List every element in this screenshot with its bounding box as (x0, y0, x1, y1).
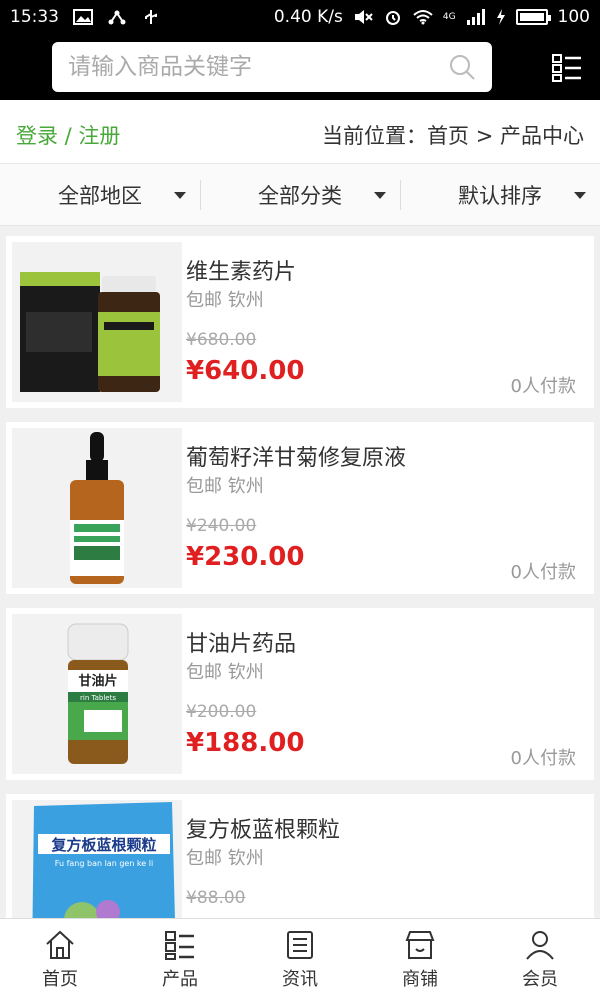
banlangen-granules-pack-image: 复方板蓝根颗粒 Fu fang ban lan gen ke li (12, 800, 182, 918)
product-shipping: 包邮 钦州 (186, 290, 264, 311)
image-label-text: 甘油片 (78, 673, 117, 689)
product-shipping: 包邮 钦州 (186, 848, 264, 869)
caret-down-icon (574, 192, 586, 199)
network-type: 4G (442, 12, 456, 22)
mute-icon (354, 10, 373, 24)
network-speed: 0.40 K/s (273, 7, 343, 27)
caret-down-icon (374, 192, 386, 199)
product-shipping: 包邮 钦州 (186, 662, 264, 683)
product-paid-count: 0人付款 (510, 748, 576, 769)
product-image[interactable] (12, 242, 182, 402)
product-card[interactable]: 甘油片 rin Tablets 甘油片药品 包邮 钦州 ¥200.00 ¥188… (6, 608, 594, 780)
login-register-link[interactable]: 登录 / 注册 (16, 120, 120, 150)
dropper-bottle-image (12, 428, 182, 588)
breadcrumb: 当前位置：首页 > 产品中心 (322, 124, 584, 148)
image-notification-icon (73, 9, 93, 25)
product-image[interactable] (12, 428, 182, 588)
product-card[interactable]: 维生素药片 包邮 钦州 ¥680.00 ¥640.00 0人付款 (6, 236, 594, 408)
charging-icon (496, 9, 505, 25)
filter-region-dropdown[interactable]: 全部地区 (0, 164, 200, 225)
caret-down-icon (174, 192, 186, 199)
product-original-price: ¥200.00 (186, 702, 257, 722)
usb-icon (145, 10, 157, 24)
nav-item-home[interactable]: 首页 (0, 919, 120, 1000)
filter-label: 全部分类 (258, 183, 342, 208)
product-list: 维生素药片 包邮 钦州 ¥680.00 ¥640.00 0人付款 葡萄籽洋甘菊修… (0, 226, 600, 918)
breadcrumb-bar: 登录 / 注册 当前位置：首页 > 产品中心 (0, 100, 600, 164)
product-name[interactable]: 葡萄籽洋甘菊修复原液 (186, 440, 406, 472)
alarm-icon (385, 11, 400, 25)
product-paid-count: 0人付款 (510, 376, 576, 397)
product-image[interactable]: 甘油片 rin Tablets (12, 614, 182, 774)
product-price: ¥188.00 (186, 728, 305, 758)
product-price: ¥230.00 (186, 542, 305, 572)
bottom-nav: 首页 产品 资讯 商铺 会员 (0, 918, 600, 1000)
filter-category-dropdown[interactable]: 全部分类 (200, 164, 400, 225)
search-box[interactable] (52, 42, 492, 92)
search-icon[interactable] (448, 53, 476, 81)
signal-icon (466, 9, 485, 25)
nav-item-member[interactable]: 会员 (480, 919, 600, 1000)
status-bar: 15:33 0.40 K/s 4G 100 (0, 0, 600, 34)
product-price: ¥640.00 (186, 356, 305, 386)
battery-level: 100 (557, 7, 590, 27)
wifi-icon (413, 10, 433, 25)
battery-icon (515, 9, 551, 25)
nav-item-products[interactable]: 产品 (120, 919, 240, 1000)
nav-label: 首页 (42, 969, 78, 990)
image-label-subtext: rin Tablets (80, 694, 116, 702)
filter-sort-dropdown[interactable]: 默认排序 (400, 164, 600, 225)
filter-label: 默认排序 (458, 183, 542, 208)
image-label-text: 复方板蓝根颗粒 (50, 836, 156, 854)
product-name[interactable]: 甘油片药品 (186, 626, 296, 658)
home-icon (46, 930, 74, 959)
vitamin-bottle-and-box-image (12, 242, 182, 402)
product-card[interactable]: 葡萄籽洋甘菊修复原液 包邮 钦州 ¥240.00 ¥230.00 0人付款 (6, 422, 594, 594)
product-image[interactable]: 复方板蓝根颗粒 Fu fang ban lan gen ke li (12, 800, 182, 918)
image-label-subtext: Fu fang ban lan gen ke li (55, 859, 153, 868)
product-paid-count: 0人付款 (510, 562, 576, 583)
nav-item-store[interactable]: 商铺 (360, 919, 480, 1000)
nav-item-news[interactable]: 资讯 (240, 919, 360, 1000)
status-time: 15:33 (10, 7, 59, 27)
product-name[interactable]: 复方板蓝根颗粒 (186, 812, 340, 844)
header (0, 34, 600, 100)
product-card[interactable]: 复方板蓝根颗粒 Fu fang ban lan gen ke li 复方板蓝根颗… (6, 794, 594, 918)
share-notification-icon (108, 10, 126, 25)
user-icon (526, 931, 554, 960)
product-original-price: ¥680.00 (186, 330, 257, 350)
nav-label: 会员 (522, 969, 558, 990)
store-icon (405, 931, 435, 959)
product-original-price: ¥240.00 (186, 516, 257, 536)
nav-label: 产品 (162, 969, 198, 990)
nav-label: 资讯 (282, 969, 318, 990)
filter-label: 全部地区 (58, 183, 142, 208)
menu-icon[interactable] (552, 54, 582, 82)
product-shipping: 包邮 钦州 (186, 476, 264, 497)
grid-list-icon (165, 931, 194, 960)
filter-bar: 全部地区 全部分类 默认排序 (0, 164, 600, 226)
news-icon (287, 931, 313, 959)
search-input[interactable] (68, 42, 438, 92)
product-original-price: ¥88.00 (186, 888, 246, 908)
product-name[interactable]: 维生素药片 (186, 254, 296, 286)
glycerin-tablets-bottle-image: 甘油片 rin Tablets (12, 614, 182, 774)
nav-label: 商铺 (402, 969, 438, 990)
